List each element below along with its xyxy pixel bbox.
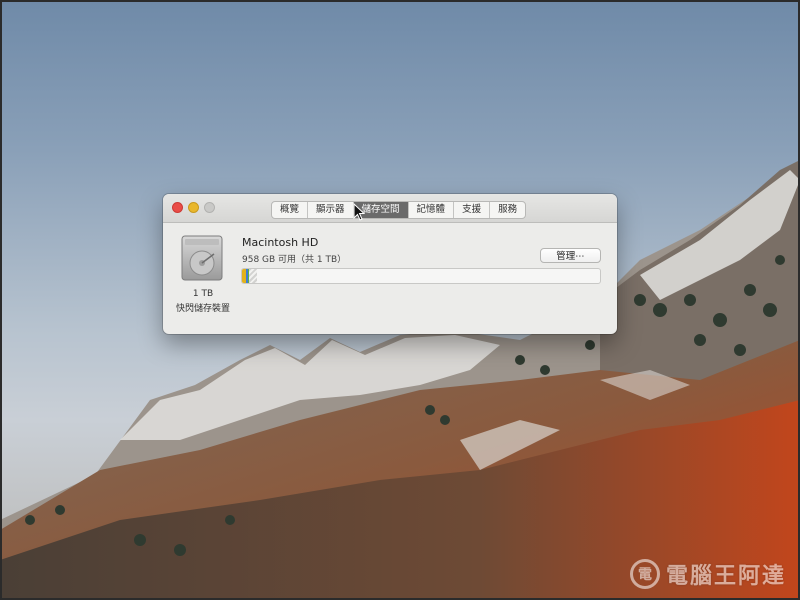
watermark-text: 電腦王阿達 [666,564,787,589]
minimize-button[interactable] [188,202,199,213]
zoom-button[interactable] [204,202,215,213]
volume-name: Macintosh HD [242,236,319,249]
arrow-cursor-icon [353,203,365,221]
watermark-logo-icon: 電 [630,559,660,589]
tab-overview[interactable]: 概覽 [272,202,309,218]
close-button[interactable] [172,202,183,213]
hard-drive-icon [181,235,223,281]
manage-button[interactable]: 管理⋯ [540,248,601,263]
tab-displays[interactable]: 顯示器 [308,202,354,218]
watermark: 電 電腦王阿達 [630,556,786,592]
usage-segment-purgeable [249,269,257,283]
tab-support[interactable]: 支援 [454,202,491,218]
tab-memory[interactable]: 記憶體 [409,202,455,218]
desktop: 概覽 顯示器 儲存空間 記憶體 支援 服務 1 TB 快閃儲存裝置 Macint… [0,0,800,600]
volume-free-space: 958 GB 可用（共 1 TB） [242,255,347,265]
drive-capacity: 1 TB [192,289,214,299]
title-bar[interactable]: 概覽 顯示器 儲存空間 記憶體 支援 服務 [163,194,617,223]
storage-usage-bar [241,268,601,284]
drive-type: 快閃儲存裝置 [175,304,230,314]
about-this-mac-window: 概覽 顯示器 儲存空間 記憶體 支援 服務 1 TB 快閃儲存裝置 Macint… [163,194,617,334]
storage-pane: 1 TB 快閃儲存裝置 Macintosh HD 958 GB 可用（共 1 T… [163,223,617,334]
tab-service[interactable]: 服務 [490,202,525,218]
tab-bar: 概覽 顯示器 儲存空間 記憶體 支援 服務 [271,201,527,219]
